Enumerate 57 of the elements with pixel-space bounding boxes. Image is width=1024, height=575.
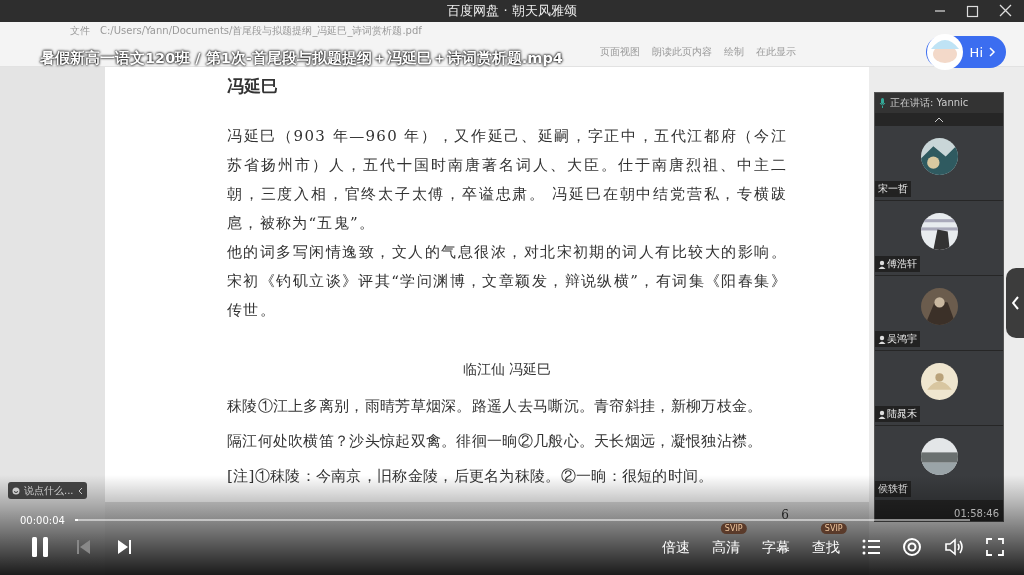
participant-name: 吴鸿宇 xyxy=(887,332,917,346)
close-icon[interactable] xyxy=(999,4,1012,18)
next-icon[interactable] xyxy=(117,539,132,555)
avatar xyxy=(920,213,958,250)
paragraph: 冯延巳（903 年—960 年），又作延己、延嗣，字正中，五代江都府（今江苏省扬州市）人，五代十国时南唐著名词人、大臣。仕于南唐烈祖、中主二朝，三度入相，官终太子太傅，卒谥忠肃。 冯延巳在朝中结党营私，专横跋扈，被称为“五鬼”。 xyxy=(227,126,787,234)
smiley-icon xyxy=(12,486,20,495)
list-icon[interactable] xyxy=(862,538,880,556)
vip-badge: SVIP xyxy=(820,523,847,534)
participant-name: 侯轶哲 xyxy=(878,482,908,496)
window-title: 百度网盘 · 朝天风雅颂 xyxy=(447,2,577,20)
settings-icon[interactable] xyxy=(902,537,922,557)
maximize-icon[interactable] xyxy=(966,4,979,18)
toolbar-item[interactable]: 页面视图 xyxy=(600,45,640,59)
avatar xyxy=(920,288,958,325)
person-icon xyxy=(878,334,886,344)
panel-toggle[interactable] xyxy=(1006,268,1024,338)
chevron-left-icon[interactable] xyxy=(77,486,83,495)
chevron-right-icon xyxy=(989,47,996,57)
microphone-icon xyxy=(879,98,886,108)
video-title: 暑假新高一语文120班 / 第1次-首尾段与拟题提纲＋冯延巳＋诗词赏析题.mp4 xyxy=(40,49,563,68)
poem-line: 隔江何处吹横笛？沙头惊起双禽。徘徊一晌②几般心。天长烟远，凝恨独沾襟。 xyxy=(227,431,764,452)
control-button[interactable]: 字幕 xyxy=(762,539,790,557)
toolbar-item[interactable]: 朗读此页内容 xyxy=(652,45,712,59)
file-path: C:/Users/Yann/Documents/首尾段与拟题提纲_冯延巳_诗词赏析题.pdf xyxy=(100,24,422,38)
current-time: 00:00:04 xyxy=(20,514,65,526)
pause-icon[interactable] xyxy=(30,536,50,558)
duration-text: 01:58:46 xyxy=(954,508,999,519)
menu-item[interactable]: 文件 xyxy=(70,24,90,38)
avatar xyxy=(920,438,958,475)
participant-name: 陆晁禾 xyxy=(887,407,917,421)
footnote: [注]①秣陵：今南京，旧称金陵，后更名为秣陵。②一晌：很短的时间。 xyxy=(227,466,715,487)
page-number: 6 xyxy=(781,508,789,522)
avatar xyxy=(920,138,958,175)
participant-name: 傅浩轩 xyxy=(887,257,917,271)
speaker-status: 正在讲话: Yannic xyxy=(890,96,969,110)
avatar xyxy=(920,363,958,400)
vip-badge: SVIP xyxy=(720,523,747,534)
chevron-up-icon[interactable] xyxy=(934,116,944,123)
control-button[interactable]: 查找 xyxy=(812,539,840,557)
poem-line: 秣陵①江上多离别，雨晴芳草烟深。路遥人去马嘶沉。青帘斜挂，新柳万枝金。 xyxy=(227,396,764,417)
toolbar-item[interactable]: 绘制 xyxy=(724,45,744,59)
paragraph: 他的词多写闲情逸致，文人的气息很浓，对北宋初期的词人有比较大的影响。宋初《钓矶立谈》评其“学问渊博，文章颖发，辩说纵横”，有词集《阳春集》传世。 xyxy=(227,242,787,321)
fullscreen-icon[interactable] xyxy=(986,538,1004,556)
toolbar-item[interactable]: 在此显示 xyxy=(756,45,796,59)
chat-placeholder: 说点什么... xyxy=(24,483,74,498)
control-button[interactable]: 高清 xyxy=(712,539,740,557)
chat-input[interactable]: 说点什么... xyxy=(8,482,87,499)
person-icon xyxy=(878,409,886,419)
assistant-button[interactable]: Hi xyxy=(925,36,1006,68)
document-heading: 冯延巳 xyxy=(227,75,279,98)
participant-name: 宋一哲 xyxy=(878,182,908,196)
person-icon xyxy=(878,259,886,269)
chevron-left-icon xyxy=(1011,296,1019,310)
poem-title: 临江仙 冯延巳 xyxy=(461,361,553,379)
control-button[interactable]: 倍速 xyxy=(662,539,690,557)
volume-icon[interactable] xyxy=(944,537,964,557)
previous-icon[interactable] xyxy=(76,539,91,555)
